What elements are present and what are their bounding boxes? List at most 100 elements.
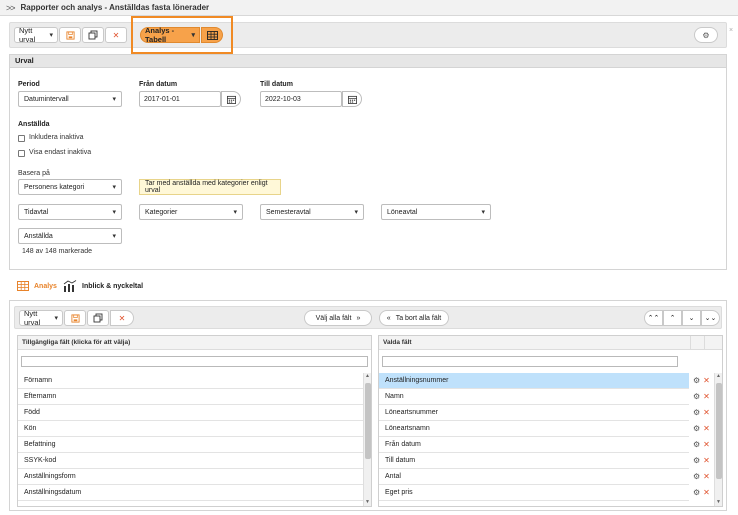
to-date-calendar-button[interactable]	[342, 91, 362, 107]
remove-icon[interactable]: ✕	[703, 440, 710, 449]
from-date-input[interactable]: 2017-01-01	[139, 91, 221, 107]
list-item[interactable]: Till datum	[379, 453, 689, 469]
move-up-button[interactable]: ⌃	[663, 310, 682, 326]
remove-icon[interactable]: ✕	[703, 472, 710, 481]
selection-dropdown[interactable]: Nytt urval ▾	[14, 26, 58, 44]
to-date-label: Till datum	[260, 81, 293, 88]
tab-inblick[interactable]: Inblick & nyckeltal	[63, 280, 143, 292]
list-item[interactable]: Förnamn	[18, 373, 363, 389]
selected-fields-filter-input[interactable]	[382, 356, 678, 367]
save-selection-button[interactable]	[59, 27, 81, 43]
list-item[interactable]: Löneartsnummer	[379, 405, 689, 421]
list-item[interactable]: Namn	[379, 389, 689, 405]
expand-chevrons-icon[interactable]: >>	[6, 3, 15, 13]
filter-loneavtal-select[interactable]: Löneavtal ▾	[381, 204, 491, 220]
list-item[interactable]: Född	[18, 405, 363, 421]
include-inactive-label: Inkludera inaktiva	[29, 134, 84, 141]
gear-icon[interactable]: ⚙	[693, 488, 700, 497]
list-item[interactable]: Anställningsnummer	[379, 373, 689, 389]
chevron-down-icon: ▾	[354, 209, 358, 216]
gear-icon[interactable]: ⚙	[693, 456, 700, 465]
fields-save-button[interactable]	[64, 310, 86, 326]
gear-icon[interactable]: ⚙	[693, 376, 700, 385]
chevron-down-icon: ▾	[481, 209, 485, 216]
delete-selection-button[interactable]: ✕	[105, 27, 127, 43]
list-item[interactable]: Anställningsform	[18, 469, 363, 485]
header-divider	[690, 336, 691, 350]
from-date-calendar-button[interactable]	[221, 91, 241, 107]
fields-delete-button[interactable]: ✕	[110, 310, 134, 326]
period-select[interactable]: Datumintervall ▾	[18, 91, 122, 107]
chevron-down-icon: ▾	[112, 209, 116, 216]
chevron-down-icon: ▾	[112, 184, 116, 191]
gear-icon[interactable]: ⚙	[693, 472, 700, 481]
choose-all-fields-button[interactable]: Välj alla fält»	[304, 310, 372, 326]
close-icon: ✕	[118, 313, 126, 323]
chevron-down-icon: ▾	[54, 315, 58, 322]
list-item[interactable]: Löneartsnamn	[379, 421, 689, 437]
available-fields-filter-input[interactable]	[21, 356, 368, 367]
list-item[interactable]: Efternamn	[18, 389, 363, 405]
list-item[interactable]: Antal	[379, 469, 689, 485]
employees-select[interactable]: Anställda ▾	[18, 228, 122, 244]
remove-icon[interactable]: ✕	[703, 376, 710, 385]
calendar-icon	[226, 95, 236, 104]
base-select[interactable]: Personens kategori ▾	[18, 179, 122, 195]
table-icon	[17, 281, 29, 291]
list-item[interactable]: Befattning	[18, 437, 363, 453]
remove-icon[interactable]: ✕	[703, 408, 710, 417]
remove-icon[interactable]: ✕	[703, 456, 710, 465]
employees-label: Anställda	[18, 121, 50, 128]
close-panel-icon[interactable]: ×	[729, 27, 733, 34]
gear-icon[interactable]: ⚙	[693, 424, 700, 433]
only-inactive-checkbox[interactable]	[18, 150, 25, 157]
list-item[interactable]: Från datum	[379, 437, 689, 453]
chevron-down-icon: ▾	[233, 209, 237, 216]
header-divider	[704, 336, 705, 350]
period-label: Period	[18, 81, 40, 88]
scrollbar-thumb[interactable]	[365, 383, 371, 459]
double-chevron-right-icon: »	[356, 314, 361, 322]
include-inactive-checkbox[interactable]	[18, 135, 25, 142]
filter-tidavtal-select[interactable]: Tidavtal ▾	[18, 204, 122, 220]
list-item[interactable]: Eget pris	[379, 485, 689, 501]
move-bottom-button[interactable]: ⌄⌄	[701, 310, 720, 326]
from-date-label: Från datum	[139, 81, 178, 88]
remove-icon[interactable]: ✕	[703, 424, 710, 433]
copy-button[interactable]	[82, 27, 104, 43]
available-fields-scrollbar[interactable]: ▲ ▼	[363, 373, 371, 506]
to-date-input[interactable]: 2022-10-03	[260, 91, 342, 107]
filter-kategorier-select[interactable]: Kategorier ▾	[139, 204, 243, 220]
move-top-button[interactable]: ⌃⌃	[644, 310, 663, 326]
double-chevron-up-icon: ⌃⌃	[647, 315, 660, 322]
remove-icon[interactable]: ✕	[703, 392, 710, 401]
fields-copy-button[interactable]	[87, 310, 109, 326]
list-item[interactable]: Anställningsdatum	[18, 485, 363, 501]
selected-fields-header: Valda fält	[379, 336, 722, 350]
list-item[interactable]: Kön	[18, 421, 363, 437]
chevron-down-icon: ▾	[112, 96, 116, 103]
scroll-up-icon[interactable]: ▲	[365, 373, 370, 379]
remove-all-fields-button[interactable]: «Ta bort alla fält	[379, 310, 449, 326]
double-chevron-down-icon: ⌄⌄	[704, 315, 717, 322]
gear-icon[interactable]: ⚙	[693, 392, 700, 401]
scrollbar-thumb[interactable]	[716, 383, 722, 479]
move-down-button[interactable]: ⌄	[682, 310, 701, 326]
chevron-down-icon: ▾	[49, 32, 53, 39]
scroll-up-icon[interactable]: ▲	[716, 373, 721, 379]
double-chevron-left-icon: «	[386, 314, 391, 322]
list-item[interactable]: SSYK-kod	[18, 453, 363, 469]
window-title: Rapporter och analys - Anställdas fasta …	[20, 3, 210, 12]
gear-icon[interactable]: ⚙	[693, 408, 700, 417]
tab-analys[interactable]: Analys	[17, 281, 57, 291]
fields-selection-dropdown[interactable]: Nytt urval ▾	[19, 309, 63, 327]
scroll-down-icon[interactable]: ▼	[716, 499, 721, 505]
remove-icon[interactable]: ✕	[703, 488, 710, 497]
gear-icon[interactable]: ⚙	[693, 440, 700, 449]
only-inactive-label: Visa endast inaktiva	[29, 149, 92, 156]
scroll-down-icon[interactable]: ▼	[365, 499, 370, 505]
settings-button[interactable]: ⚙	[694, 27, 718, 43]
selected-fields-scrollbar[interactable]: ▲ ▼	[714, 373, 722, 506]
available-fields-header: Tillgängliga fält (klicka för att välja)	[18, 336, 371, 350]
filter-semesteravtal-select[interactable]: Semesteravtal ▾	[260, 204, 364, 220]
